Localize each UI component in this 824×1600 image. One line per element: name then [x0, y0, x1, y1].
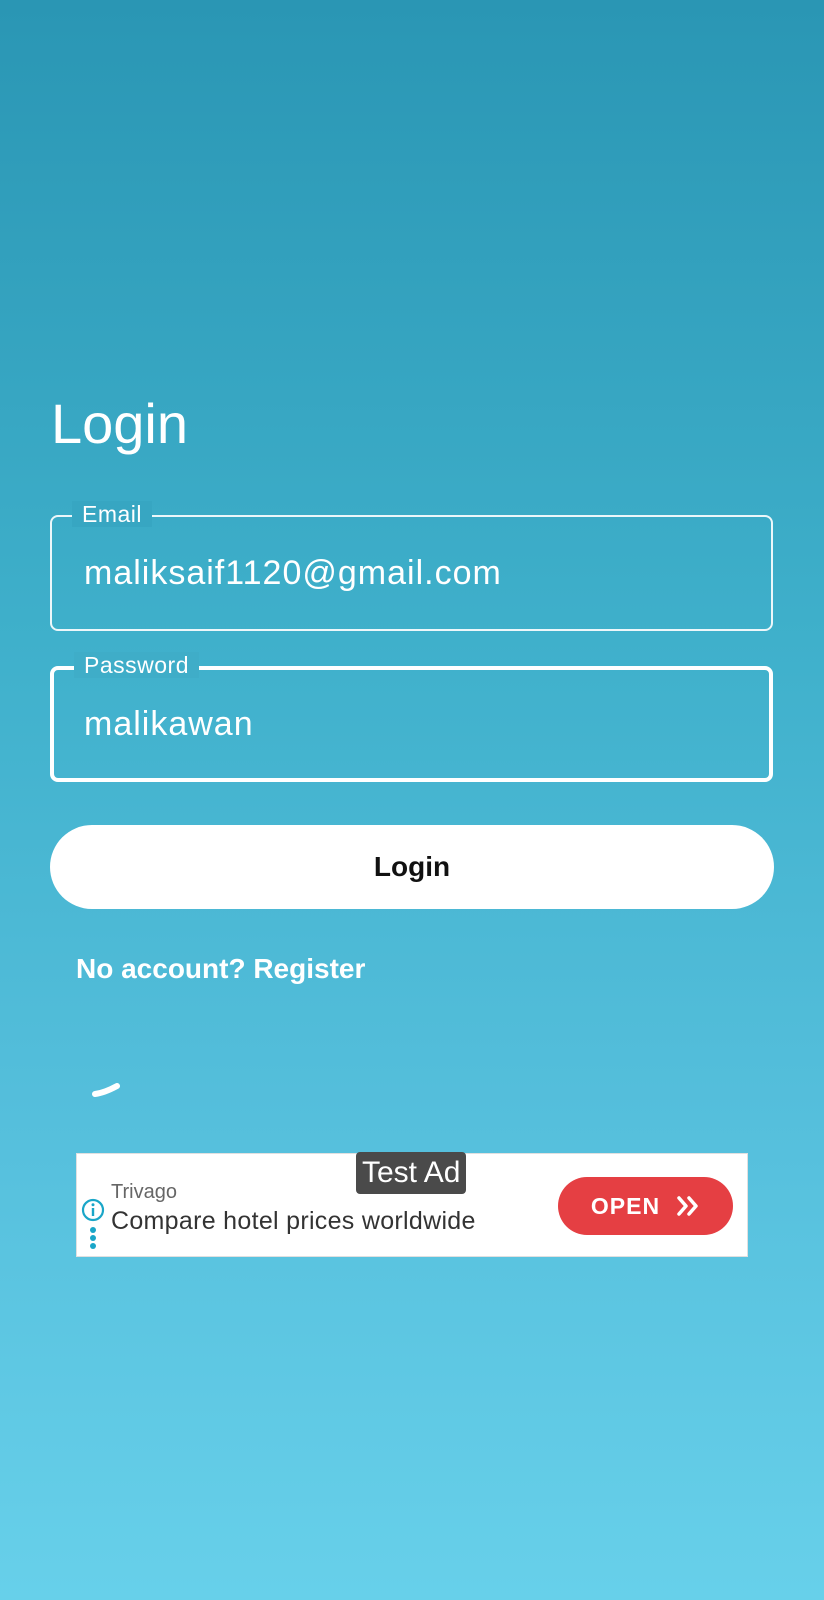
password-input[interactable]: [84, 704, 724, 744]
register-link[interactable]: No account? Register: [76, 952, 365, 986]
more-vert-icon[interactable]: [89, 1226, 97, 1250]
ad-headline: Compare hotel prices worldwide: [111, 1207, 476, 1235]
ad-advertiser: Trivago: [111, 1181, 177, 1203]
ad-banner[interactable]: Test Ad Trivago Compare hotel prices wor…: [76, 1152, 748, 1257]
email-field[interactable]: Email: [50, 501, 773, 631]
login-button[interactable]: Login: [50, 825, 774, 909]
info-icon[interactable]: [81, 1198, 105, 1222]
password-field-label: Password: [74, 652, 199, 678]
email-input[interactable]: [84, 553, 724, 593]
ad-open-label: OPEN: [590, 1192, 661, 1219]
test-ad-badge: Test Ad: [356, 1152, 467, 1194]
password-field[interactable]: Password: [50, 652, 773, 782]
ad-open-button[interactable]: OPEN: [558, 1177, 733, 1235]
page-title: Login: [51, 392, 189, 455]
loading-spinner-icon: [92, 1083, 120, 1097]
double-chevron-right-icon: [677, 1196, 698, 1216]
email-field-label: Email: [72, 501, 153, 527]
